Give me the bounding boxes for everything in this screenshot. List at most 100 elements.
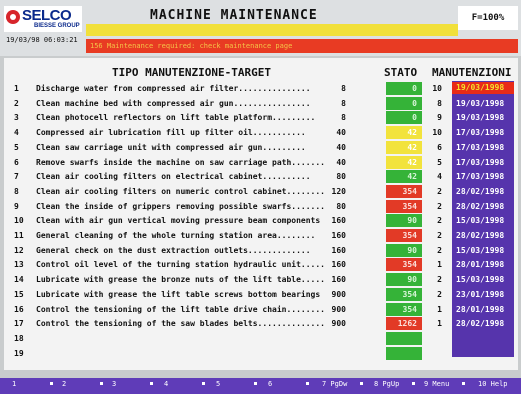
stato-cell: 354 bbox=[386, 184, 422, 198]
row-target: 8 bbox=[341, 98, 346, 108]
stato-cell: 42 bbox=[386, 170, 422, 184]
stato-cell: 1262 bbox=[386, 317, 422, 331]
function-key-4[interactable]: 4 bbox=[164, 380, 168, 388]
logo-text: SELCO bbox=[22, 7, 72, 24]
row-number: 7 bbox=[14, 172, 19, 182]
row-date: 17/03/1998 bbox=[456, 157, 505, 167]
row-target: 160 bbox=[331, 260, 346, 270]
row-target: 80 bbox=[336, 201, 346, 211]
row-number: 4 bbox=[14, 128, 19, 138]
row-number: 19 bbox=[14, 348, 24, 358]
logo-subtitle: BIESSE GROUP bbox=[34, 23, 80, 29]
row-date: 19/03/1998 bbox=[452, 82, 514, 94]
row-target: 120 bbox=[331, 186, 346, 196]
row-date: 28/01/1998 bbox=[456, 304, 505, 314]
stato-cell: 0 bbox=[386, 82, 422, 95]
row-date: 28/02/1998 bbox=[456, 201, 505, 211]
row-description: Control the tensioning of the saw blades… bbox=[36, 319, 325, 329]
row-count: 9 bbox=[437, 113, 442, 123]
row-number: 1 bbox=[14, 84, 19, 93]
row-count: 10 bbox=[432, 84, 442, 93]
row-number: 9 bbox=[14, 201, 19, 211]
row-description: Compressed air lubrication fill up filte… bbox=[36, 128, 306, 138]
function-key-9[interactable]: 9 Menu bbox=[424, 380, 449, 388]
function-key-3[interactable]: 3 bbox=[112, 380, 116, 388]
row-number: 15 bbox=[14, 289, 24, 299]
column-header-manutenzioni: MANUTENZIONI bbox=[432, 66, 512, 79]
stato-cell bbox=[386, 346, 422, 360]
status-bar bbox=[86, 24, 458, 36]
row-date: 19/03/1998 bbox=[456, 113, 505, 123]
row-count: 5 bbox=[437, 157, 442, 167]
row-date: 19/03/1998 bbox=[456, 98, 505, 108]
function-key-5[interactable]: 5 bbox=[216, 380, 220, 388]
stato-cell: 42 bbox=[386, 155, 422, 169]
row-date: 15/03/1998 bbox=[456, 275, 505, 285]
row-count: 8 bbox=[437, 98, 442, 108]
row-number: 2 bbox=[14, 98, 19, 108]
function-key-separator bbox=[254, 382, 257, 385]
stato-cell: 42 bbox=[386, 140, 422, 154]
row-description: Clean saw carriage unit with compressed … bbox=[36, 142, 306, 152]
row-date: 17/03/1998 bbox=[456, 128, 505, 138]
function-key-separator bbox=[360, 382, 363, 385]
row-description: Clean photocell reflectors on lift table… bbox=[36, 113, 316, 123]
row-target: 8 bbox=[341, 113, 346, 123]
function-key-2[interactable]: 2 bbox=[62, 380, 66, 388]
feed-override: F=100% bbox=[458, 6, 518, 30]
row-description: Control the tensioning of the lift table… bbox=[36, 304, 325, 314]
row-date: 28/02/1998 bbox=[456, 319, 505, 329]
row-date: 28/02/1998 bbox=[456, 186, 505, 196]
row-description: Lubricate with grease the lift table scr… bbox=[36, 289, 321, 299]
datetime: 19/03/98 06:03:21 bbox=[6, 36, 78, 44]
row-date: 15/03/1998 bbox=[456, 245, 505, 255]
row-number: 10 bbox=[14, 216, 24, 226]
row-description: Clean the inside of grippers removing po… bbox=[36, 201, 325, 211]
row-count: 6 bbox=[437, 142, 442, 152]
row-count: 2 bbox=[437, 289, 442, 299]
row-number: 16 bbox=[14, 304, 24, 314]
row-target: 160 bbox=[331, 216, 346, 226]
stato-cell: 42 bbox=[386, 126, 422, 140]
row-count: 2 bbox=[437, 275, 442, 285]
row-number: 13 bbox=[14, 260, 24, 270]
function-key-6[interactable]: 6 bbox=[268, 380, 272, 388]
row-count: 2 bbox=[437, 245, 442, 255]
row-description: General check on the dust extraction out… bbox=[36, 245, 311, 255]
row-description: Control oil level of the turning station… bbox=[36, 260, 325, 270]
function-key-7[interactable]: 7 PgDw bbox=[322, 380, 347, 388]
stato-cell bbox=[386, 331, 422, 345]
gear-icon bbox=[6, 10, 20, 24]
row-target: 40 bbox=[336, 142, 346, 152]
stato-cell: 354 bbox=[386, 258, 422, 272]
row-number: 11 bbox=[14, 231, 24, 240]
stato-cell: 0 bbox=[386, 111, 422, 125]
row-count: 2 bbox=[437, 201, 442, 211]
row-count: 10 bbox=[432, 128, 442, 138]
function-key-separator bbox=[462, 382, 465, 385]
function-key-separator bbox=[100, 382, 103, 385]
row-count: 1 bbox=[437, 319, 442, 329]
function-key-separator bbox=[202, 382, 205, 385]
function-key-1[interactable]: 1 bbox=[12, 380, 16, 388]
alarm-message: 156 Maintenance required: check maintena… bbox=[86, 39, 518, 53]
column-header-stato: STATO bbox=[384, 66, 418, 79]
row-count: 1 bbox=[437, 260, 442, 270]
stato-cell: 90 bbox=[386, 214, 422, 228]
page-title: MACHINE MAINTENANCE bbox=[150, 8, 318, 23]
row-count: 2 bbox=[437, 216, 442, 226]
row-description: Discharge water from compressed air filt… bbox=[36, 84, 311, 93]
row-target: 40 bbox=[336, 128, 346, 138]
function-key-8[interactable]: 8 PgUp bbox=[374, 380, 399, 388]
function-key-10[interactable]: 10 Help bbox=[478, 380, 508, 388]
row-target: 80 bbox=[336, 172, 346, 182]
row-date: 17/03/1998 bbox=[456, 172, 505, 182]
stato-cell: 354 bbox=[386, 199, 422, 213]
stato-cell: 354 bbox=[386, 287, 422, 301]
row-target: 160 bbox=[331, 245, 346, 255]
row-count: 1 bbox=[437, 304, 442, 314]
row-number: 12 bbox=[14, 245, 24, 255]
row-date: 23/01/1998 bbox=[456, 289, 505, 299]
row-count: 2 bbox=[437, 186, 442, 196]
row-count: 4 bbox=[437, 172, 442, 182]
